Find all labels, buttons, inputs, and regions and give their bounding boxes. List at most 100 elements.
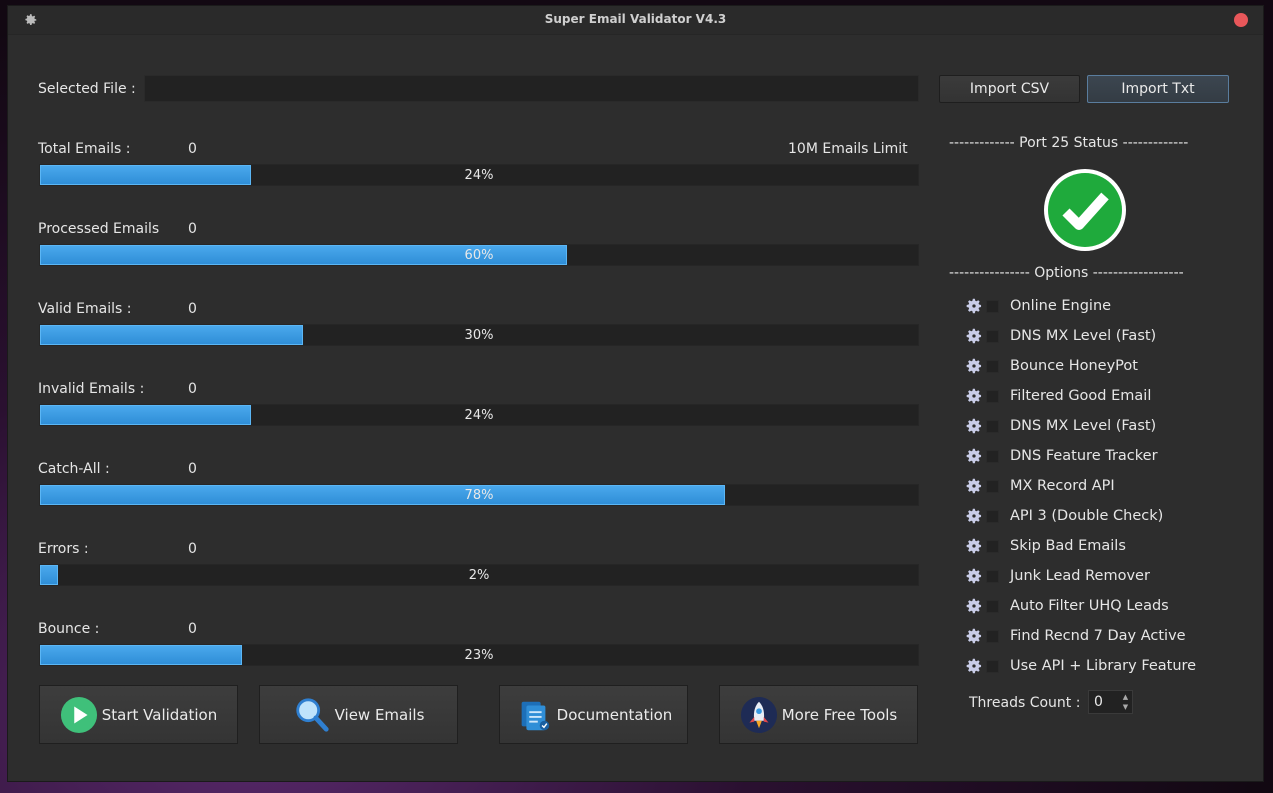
- progress-bar-processed: 60%: [39, 244, 919, 266]
- option-checkbox[interactable]: [986, 569, 999, 583]
- start-validation-button[interactable]: Start Validation: [39, 685, 238, 744]
- gear-icon: [965, 297, 983, 315]
- threads-count-value: 0: [1094, 694, 1103, 710]
- progress-percent: 2%: [468, 568, 490, 583]
- stat-label-bounce: Bounce :: [38, 621, 100, 637]
- progress-bar-bounce: 23%: [39, 644, 919, 666]
- option-label: API 3 (Double Check): [1010, 508, 1164, 524]
- magnifier-icon: [295, 697, 329, 732]
- app-window: Super Email Validator V4.3 Selected File…: [7, 5, 1264, 782]
- option-item[interactable]: Skip Bad Emails: [965, 535, 1126, 557]
- selected-file-field[interactable]: [144, 75, 919, 102]
- progress-bar-invalid: 24%: [39, 404, 919, 426]
- option-label: Filtered Good Email: [1010, 388, 1152, 404]
- documents-icon: [521, 701, 549, 730]
- option-checkbox[interactable]: [986, 509, 999, 523]
- progress-bar-total: 24%: [39, 164, 919, 186]
- gear-icon: [965, 417, 983, 435]
- import-csv-button[interactable]: Import CSV: [939, 75, 1080, 103]
- option-checkbox[interactable]: [986, 359, 999, 373]
- option-checkbox[interactable]: [986, 329, 999, 343]
- option-item[interactable]: Filtered Good Email: [965, 385, 1151, 407]
- stat-label-errors: Errors :: [38, 541, 89, 557]
- option-label: MX Record API: [1010, 478, 1115, 494]
- option-checkbox[interactable]: [986, 659, 999, 673]
- view-emails-button[interactable]: View Emails: [259, 685, 458, 744]
- selected-file-label: Selected File :: [38, 81, 136, 97]
- progress-bar-valid: 30%: [39, 324, 919, 346]
- threads-count-spinbox[interactable]: 0 ▲ ▼: [1088, 690, 1133, 714]
- stat-count-bounce: 0: [188, 621, 197, 637]
- gear-icon: [965, 357, 983, 375]
- gear-icon: [965, 597, 983, 615]
- gear-icon: [965, 477, 983, 495]
- option-label: DNS Feature Tracker: [1010, 448, 1158, 464]
- check-circle-icon: [1044, 169, 1126, 251]
- option-item[interactable]: DNS MX Level (Fast): [965, 415, 1156, 437]
- gear-icon: [965, 327, 983, 345]
- option-checkbox[interactable]: [986, 479, 999, 493]
- stat-count-valid: 0: [188, 301, 197, 317]
- stat-count-invalid: 0: [188, 381, 197, 397]
- progress-percent: 24%: [464, 408, 494, 423]
- option-checkbox[interactable]: [986, 389, 999, 403]
- gear-icon: [965, 387, 983, 405]
- stat-label-total: Total Emails :: [38, 141, 131, 157]
- option-item[interactable]: Find Recnd 7 Day Active: [965, 625, 1186, 647]
- option-item[interactable]: API 3 (Double Check): [965, 505, 1163, 527]
- play-icon: [60, 696, 97, 733]
- option-label: Find Recnd 7 Day Active: [1010, 628, 1186, 644]
- option-checkbox[interactable]: [986, 449, 999, 463]
- progress-percent: 78%: [464, 488, 494, 503]
- import-txt-button[interactable]: Import Txt: [1087, 75, 1229, 103]
- option-item[interactable]: Use API + Library Feature: [965, 655, 1196, 677]
- option-item[interactable]: Auto Filter UHQ Leads: [965, 595, 1169, 617]
- option-item[interactable]: DNS Feature Tracker: [965, 445, 1158, 467]
- gear-icon: [965, 627, 983, 645]
- option-label: Online Engine: [1010, 298, 1112, 314]
- option-label: Junk Lead Remover: [1010, 568, 1150, 584]
- option-checkbox[interactable]: [986, 599, 999, 613]
- title-bar: Super Email Validator V4.3: [8, 6, 1263, 35]
- option-label: DNS MX Level (Fast): [1010, 328, 1157, 344]
- stat-label-valid: Valid Emails :: [38, 301, 132, 317]
- progress-percent: 60%: [464, 248, 494, 263]
- emails-limit-text: 10M Emails Limit: [788, 141, 908, 157]
- close-button[interactable]: [1234, 13, 1248, 27]
- option-checkbox[interactable]: [986, 629, 999, 643]
- gear-icon: [965, 567, 983, 585]
- window-title: Super Email Validator V4.3: [544, 12, 727, 26]
- option-label: Use API + Library Feature: [1010, 658, 1197, 674]
- progress-percent: 30%: [464, 328, 494, 343]
- progress-bar-errors: 2%: [39, 564, 919, 586]
- option-item[interactable]: Online Engine: [965, 295, 1111, 317]
- start-validation-label: Start Validation: [101, 705, 218, 724]
- documentation-label: Documentation: [556, 705, 673, 724]
- option-item[interactable]: Junk Lead Remover: [965, 565, 1150, 587]
- gear-icon: [965, 447, 983, 465]
- rocket-icon: [740, 696, 777, 733]
- stat-count-catch-all: 0: [188, 461, 197, 477]
- stat-count-processed: 0: [188, 221, 197, 237]
- option-item[interactable]: Bounce HoneyPot: [965, 355, 1138, 377]
- stat-label-invalid: Invalid Emails :: [38, 381, 145, 397]
- options-heading: ---------------- Options ---------------…: [949, 265, 1184, 281]
- option-label: Bounce HoneyPot: [1010, 358, 1138, 374]
- spin-down-icon[interactable]: ▼: [1120, 702, 1131, 712]
- option-checkbox[interactable]: [986, 299, 999, 313]
- option-item[interactable]: DNS MX Level (Fast): [965, 325, 1156, 347]
- progress-percent: 23%: [464, 648, 494, 663]
- option-item[interactable]: MX Record API: [965, 475, 1115, 497]
- documentation-button[interactable]: Documentation: [499, 685, 688, 744]
- more-free-tools-button[interactable]: More Free Tools: [719, 685, 918, 744]
- option-label: Auto Filter UHQ Leads: [1010, 598, 1169, 614]
- stat-count-total: 0: [188, 141, 197, 157]
- port-status-heading: ------------- Port 25 Status -----------…: [949, 135, 1189, 151]
- spin-up-icon[interactable]: ▲: [1120, 692, 1131, 702]
- option-checkbox[interactable]: [986, 539, 999, 553]
- option-checkbox[interactable]: [986, 419, 999, 433]
- gear-icon: [965, 537, 983, 555]
- progress-percent: 24%: [464, 168, 494, 183]
- option-label: Skip Bad Emails: [1010, 538, 1126, 554]
- more-free-tools-label: More Free Tools: [781, 705, 898, 724]
